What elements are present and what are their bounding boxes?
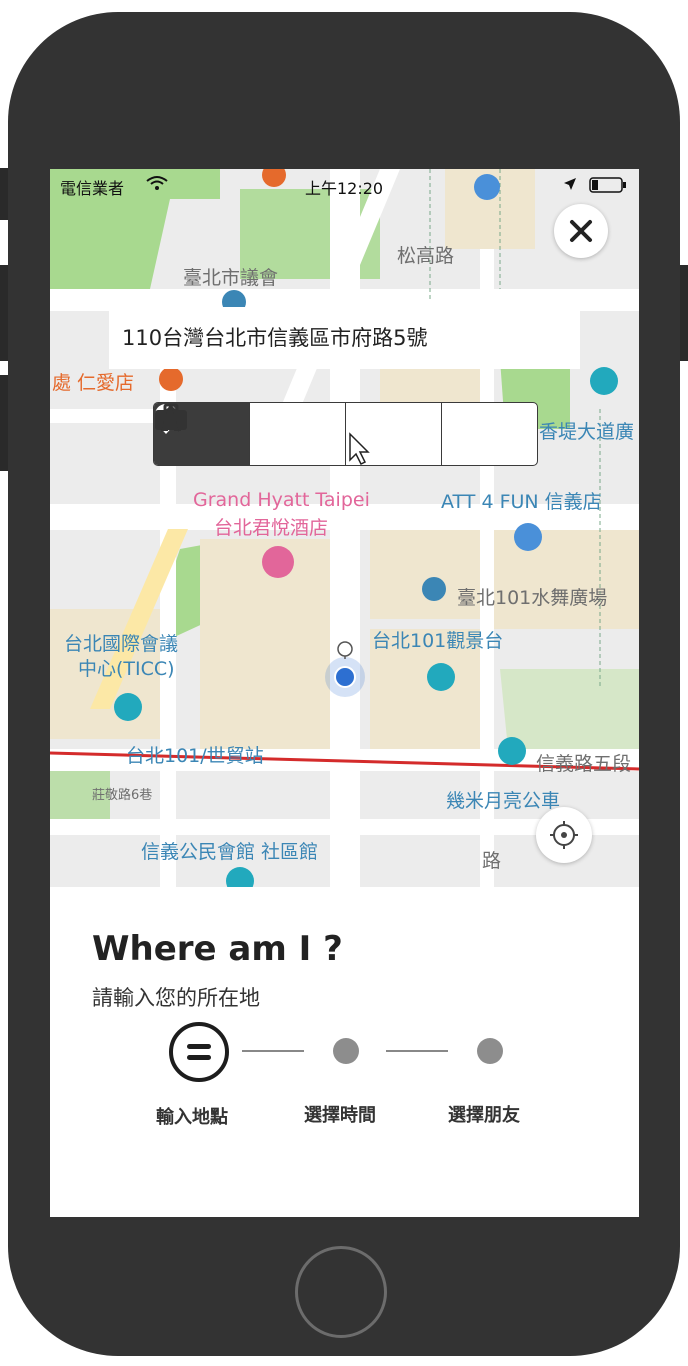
map-label-observatory: 台北101觀景台: [372, 630, 504, 652]
place-category-selector: [153, 402, 538, 466]
map-label-civic-hall: 信義公民會館 社區館: [141, 841, 319, 863]
bottom-sheet: Where am I ? 請輸入您的所在地 輸入地點 選擇時間 選擇朋友: [50, 887, 639, 1217]
step-label-location: 輸入地點: [156, 1107, 228, 1128]
step-label-friends: 選擇朋友: [448, 1105, 520, 1126]
map-label-att4fun: ATT 4 FUN 信義店: [441, 491, 602, 513]
map-tiles: [50, 169, 639, 887]
map-label-mrt-station: 台北101/世貿站: [126, 745, 264, 767]
step-current-icon: [169, 1022, 229, 1082]
map-label-road: 路: [482, 850, 502, 872]
clock: 上午12:20: [305, 179, 384, 198]
carrier-label: 電信業者: [60, 179, 125, 198]
mouse-cursor-icon: [349, 432, 370, 466]
map-label-shangri-la: 香堤大道廣: [539, 421, 635, 443]
category-home-button[interactable]: [156, 403, 345, 465]
home-button[interactable]: [295, 1246, 387, 1338]
category-favorite-button[interactable]: [155, 403, 537, 465]
sheet-title: Where am I ?: [92, 929, 343, 969]
power-button: [680, 265, 688, 361]
step-dot-friends: [477, 1038, 503, 1064]
map-label-renai: 處 仁愛店: [52, 372, 135, 394]
close-icon: [570, 220, 592, 242]
status-bar: 電信業者 上午12:20: [50, 169, 639, 201]
step-connector: [386, 1050, 448, 1052]
step-dot-time: [333, 1038, 359, 1064]
step-connector: [242, 1050, 304, 1052]
volume-down-button: [0, 375, 8, 471]
locate-me-button[interactable]: [536, 807, 592, 863]
crosshair-icon: [550, 821, 578, 849]
sheet-subtitle: 請輸入您的所在地: [92, 986, 260, 1010]
star-icon: [155, 404, 185, 432]
map-label-zhuangjing: 莊敬路6巷: [92, 788, 153, 803]
close-button[interactable]: [554, 204, 608, 258]
map-label-ticc-2: 中心(TICC): [78, 658, 175, 680]
map-view[interactable]: 松高路 臺北市議會 處 仁愛店 香堤大道廣 ATT 4 FUN 信義店 Gran…: [50, 169, 639, 887]
map-label-city-council: 臺北市議會: [183, 267, 279, 289]
map-label-ticc-1: 台北國際會議: [64, 633, 179, 655]
app-screen: 松高路 臺北市議會 處 仁愛店 香堤大道廣 ATT 4 FUN 信義店 Gran…: [50, 169, 639, 1217]
address-field[interactable]: 110台灣台北市信義區市府路5號: [109, 307, 580, 369]
map-label-xinyi-rd5: 信義路五段: [536, 753, 632, 775]
step-label-time: 選擇時間: [304, 1105, 376, 1126]
volume-up-button: [0, 265, 8, 361]
mute-switch: [0, 168, 8, 220]
map-label-grand-hyatt-en: Grand Hyatt Taipei: [193, 489, 370, 511]
map-label-water-dance: 臺北101水舞廣場: [457, 587, 608, 609]
map-label-songgao-rd: 松高路: [397, 245, 455, 267]
map-label-grand-hyatt-zh: 台北君悅酒店: [214, 517, 329, 539]
